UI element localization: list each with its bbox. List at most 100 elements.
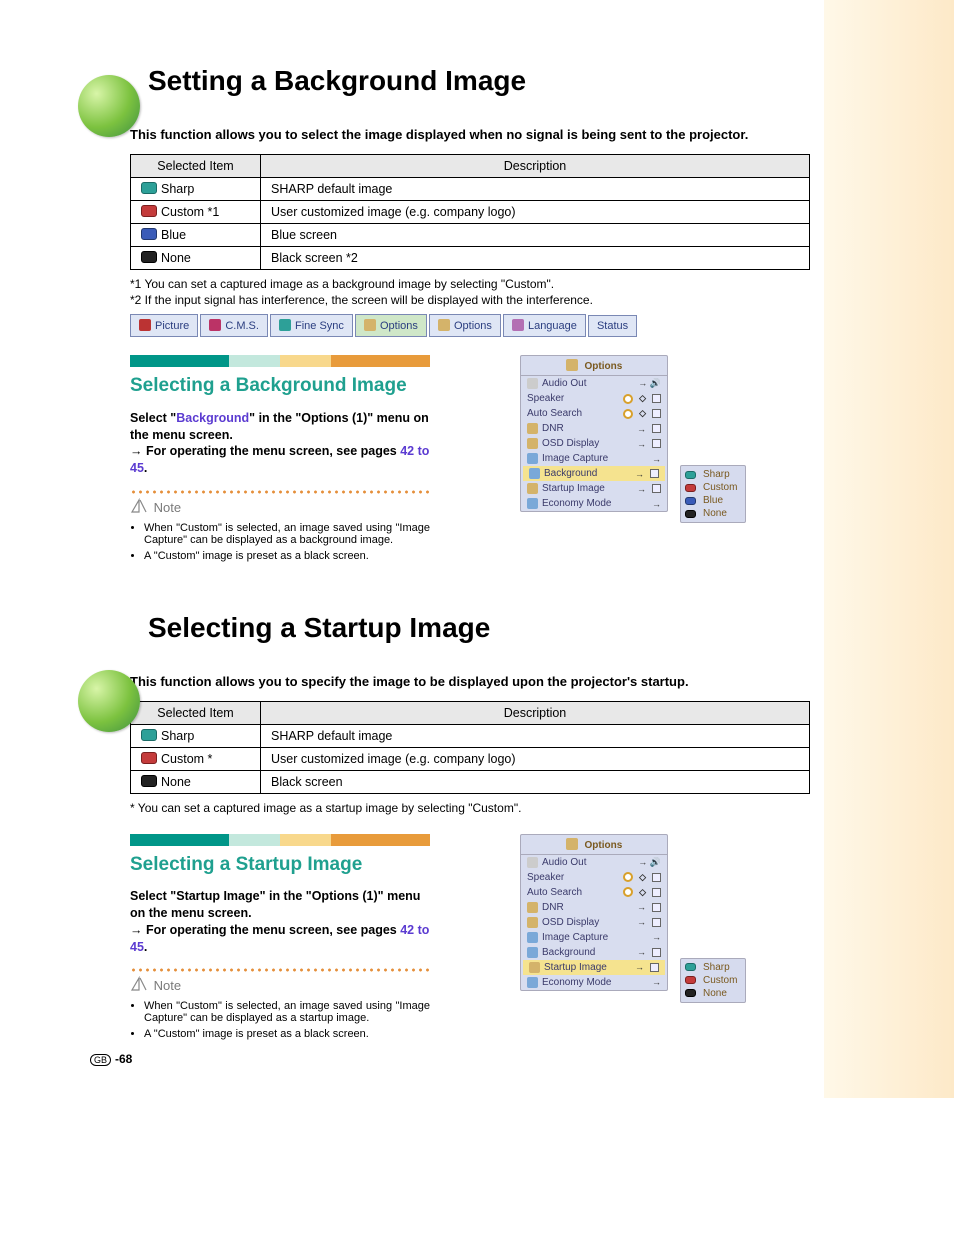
osd-popup-startup: Sharp Custom None bbox=[680, 958, 746, 1003]
note-list-startup: When "Custom" is selected, an image save… bbox=[130, 1000, 430, 1040]
menu-tab-bar: Picture C.M.S. Fine Sync Options Options… bbox=[130, 314, 864, 337]
swatch-icon bbox=[141, 205, 157, 217]
swatch-icon bbox=[141, 182, 157, 194]
swatch-icon bbox=[141, 775, 157, 787]
box-icon bbox=[652, 424, 661, 433]
intro-background: This function allows you to select the i… bbox=[130, 127, 864, 142]
swatch-icon bbox=[141, 752, 157, 764]
swatch-icon bbox=[141, 251, 157, 263]
box-icon bbox=[652, 903, 661, 912]
tab-status[interactable]: Status bbox=[588, 315, 637, 337]
color-bar-icon bbox=[130, 355, 430, 367]
options-icon bbox=[566, 359, 578, 371]
th-description: Description bbox=[261, 701, 810, 724]
gb-badge: GB bbox=[90, 1054, 111, 1066]
swatch-icon bbox=[685, 510, 696, 518]
list-item: A "Custom" image is preset as a black sc… bbox=[144, 1028, 430, 1040]
dnr-icon bbox=[527, 423, 538, 434]
options-icon bbox=[364, 319, 376, 331]
note-heading: Note bbox=[130, 976, 430, 994]
box-icon bbox=[652, 439, 661, 448]
swatch-icon bbox=[685, 989, 696, 997]
economy-icon bbox=[527, 498, 538, 509]
table-row: None Black screen *2 bbox=[131, 247, 810, 270]
box-icon bbox=[652, 948, 661, 957]
heading-selecting-startup: Selecting a Startup Image bbox=[148, 612, 864, 644]
toggle-icon bbox=[623, 887, 633, 897]
tab-finesync[interactable]: Fine Sync bbox=[270, 314, 353, 337]
swatch-icon bbox=[685, 963, 696, 971]
tab-language[interactable]: Language bbox=[503, 314, 586, 337]
table-row: Blue Blue screen bbox=[131, 224, 810, 247]
link-background[interactable]: Background bbox=[176, 411, 249, 425]
toggle-icon bbox=[623, 409, 633, 419]
table-row: Sharp SHARP default image bbox=[131, 724, 810, 747]
table-row: Custom *1 User customized image (e.g. co… bbox=[131, 201, 810, 224]
page-number: -68 bbox=[115, 1052, 132, 1066]
box-icon bbox=[652, 484, 661, 493]
background-icon bbox=[527, 947, 538, 958]
checkbox-icon bbox=[652, 409, 661, 418]
intro-startup: This function allows you to specify the … bbox=[130, 674, 864, 689]
note-icon bbox=[130, 976, 148, 994]
note-icon bbox=[130, 498, 148, 516]
tab-options-2[interactable]: Options bbox=[429, 314, 501, 337]
box-icon bbox=[650, 963, 659, 972]
language-icon bbox=[512, 319, 524, 331]
instruction-startup: Select "Startup Image" in the "Options (… bbox=[130, 888, 430, 956]
audio-icon bbox=[527, 378, 538, 389]
tab-options-1[interactable]: Options bbox=[355, 314, 427, 337]
instruction-background: Select "Background" in the "Options (1)"… bbox=[130, 410, 430, 478]
swatch-icon bbox=[141, 228, 157, 240]
table-row: None Black screen bbox=[131, 770, 810, 793]
osd-popup-background: Sharp Custom Blue None bbox=[680, 465, 746, 523]
th-description: Description bbox=[261, 155, 810, 178]
osd-icon bbox=[527, 917, 538, 928]
list-item: When "Custom" is selected, an image save… bbox=[144, 1000, 430, 1024]
osd-screenshot-startup: Options Audio Out→ 🔊 Speaker◇ Auto Searc… bbox=[520, 834, 668, 1044]
finesync-icon bbox=[279, 319, 291, 331]
box-icon bbox=[652, 918, 661, 927]
swatch-icon bbox=[141, 729, 157, 741]
toggle-icon bbox=[623, 872, 633, 882]
checkbox-icon bbox=[652, 394, 661, 403]
color-bar-icon bbox=[130, 834, 430, 846]
footnotes-background: *1 You can set a captured image as a bac… bbox=[130, 276, 864, 308]
options-icon bbox=[438, 319, 450, 331]
note-list-background: When "Custom" is selected, an image save… bbox=[130, 522, 430, 562]
startup-icon bbox=[527, 483, 538, 494]
checkbox-icon bbox=[652, 873, 661, 882]
tab-picture[interactable]: Picture bbox=[130, 314, 198, 337]
swatch-icon bbox=[685, 471, 696, 479]
dotted-divider bbox=[130, 968, 430, 972]
swatch-icon bbox=[685, 497, 696, 505]
dnr-icon bbox=[527, 902, 538, 913]
osd-screenshot-background: Options Audio Out→ 🔊 Speaker◇ Auto Searc… bbox=[520, 355, 668, 565]
swatch-icon bbox=[685, 484, 696, 492]
subheading-selecting-background: Selecting a Background Image bbox=[130, 375, 430, 397]
box-icon bbox=[650, 469, 659, 478]
toggle-icon bbox=[623, 394, 633, 404]
th-selected-item: Selected Item bbox=[131, 155, 261, 178]
table-row: Sharp SHARP default image bbox=[131, 178, 810, 201]
dotted-divider bbox=[130, 490, 430, 494]
subheading-selecting-startup: Selecting a Startup Image bbox=[130, 854, 430, 876]
checkbox-icon bbox=[652, 888, 661, 897]
startup-icon bbox=[529, 962, 540, 973]
table-startup-options: Selected Item Description Sharp SHARP de… bbox=[130, 701, 810, 794]
heading-setting-background: Setting a Background Image bbox=[148, 65, 864, 97]
th-selected-item: Selected Item bbox=[131, 701, 261, 724]
tab-cms[interactable]: C.M.S. bbox=[200, 314, 268, 337]
note-heading: Note bbox=[130, 498, 430, 516]
table-background-options: Selected Item Description Sharp SHARP de… bbox=[130, 154, 810, 270]
cms-icon bbox=[209, 319, 221, 331]
capture-icon bbox=[527, 932, 538, 943]
capture-icon bbox=[527, 453, 538, 464]
options-icon bbox=[566, 838, 578, 850]
background-icon bbox=[529, 468, 540, 479]
footnote-startup: * You can set a captured image as a star… bbox=[130, 800, 864, 816]
list-item: A "Custom" image is preset as a black sc… bbox=[144, 550, 430, 562]
osd-icon bbox=[527, 438, 538, 449]
swatch-icon bbox=[685, 976, 696, 984]
economy-icon bbox=[527, 977, 538, 988]
